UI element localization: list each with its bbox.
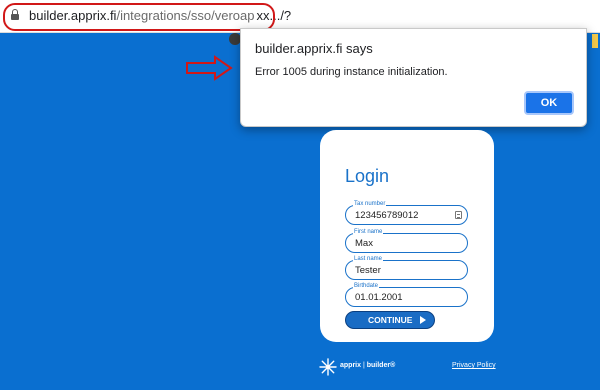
field-label: Birthdate	[353, 282, 380, 290]
footer-brand: apprix | builder®	[340, 362, 395, 369]
red-arrow-annotation	[186, 55, 233, 81]
bookmark-icon[interactable]	[592, 34, 598, 48]
field-label: Last name	[353, 255, 384, 263]
brand-name: apprix	[340, 362, 362, 369]
tax-number-field[interactable]: Tax number 123456789012	[345, 200, 468, 225]
dialog-title: builder.apprix.fi says	[255, 41, 373, 56]
privacy-policy-link[interactable]: Privacy Policy	[452, 362, 496, 369]
last-name-field[interactable]: Last name Tester	[345, 255, 468, 280]
continue-label: CONTINUE	[368, 315, 413, 325]
field-value: Max	[355, 238, 373, 249]
login-title: Login	[345, 166, 390, 186]
dialog-message: Error 1005 during instance initializatio…	[255, 66, 448, 78]
field-value: 123456789012	[355, 210, 419, 221]
sub-brand: builder®	[366, 362, 396, 369]
field-value: Tester	[355, 265, 381, 276]
field-label: First name	[353, 228, 384, 236]
field-value: 01.01.2001	[355, 292, 403, 303]
keyboard-icon[interactable]	[455, 211, 462, 219]
alert-dialog: builder.apprix.fi says Error 1005 during…	[240, 28, 587, 127]
first-name-field[interactable]: First name Max	[345, 228, 468, 253]
login-card: Login Tax number 123456789012 First name…	[320, 130, 494, 342]
field-label: Tax number	[353, 200, 387, 208]
url-highlight-annotation	[3, 3, 275, 31]
continue-button[interactable]: CONTINUE	[345, 311, 435, 329]
ok-button[interactable]: OK	[524, 91, 574, 115]
play-icon	[420, 316, 426, 324]
apprix-logo-icon	[319, 358, 337, 376]
birthdate-field[interactable]: Birthdate 01.01.2001	[345, 282, 468, 307]
